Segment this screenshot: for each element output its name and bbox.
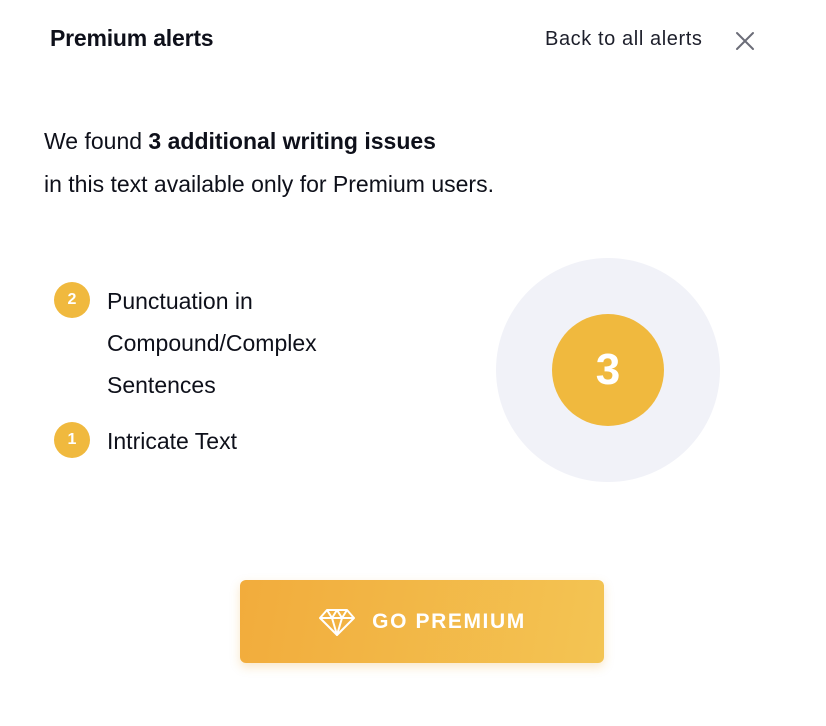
diamond-icon xyxy=(319,608,356,636)
go-premium-label: GO PREMIUM xyxy=(372,609,526,633)
summary-prefix: We found xyxy=(44,128,149,154)
go-premium-button[interactable]: GO PREMIUM xyxy=(240,580,604,663)
close-icon xyxy=(736,32,754,50)
issue-label: Intricate Text xyxy=(107,428,237,454)
issue-count-badge: 2 xyxy=(54,282,90,318)
summary-suffix: in this text available only for Premium … xyxy=(44,171,494,197)
close-button[interactable] xyxy=(733,29,757,53)
summary-highlight: 3 additional writing issues xyxy=(148,128,436,154)
panel-title: Premium alerts xyxy=(50,25,214,51)
total-issues-circle: 3 xyxy=(496,258,720,482)
back-to-alerts-link[interactable]: Back to all alerts xyxy=(545,28,703,51)
issue-count-badge: 1 xyxy=(54,422,90,458)
issue-label: Punctuation in Compound/Complex Sentence… xyxy=(107,288,317,398)
premium-alerts-panel: Premium alerts Back to all alerts We fou… xyxy=(0,0,826,726)
total-issues-count: 3 xyxy=(552,314,664,426)
premium-summary-text: We found 3 additional writing issues in … xyxy=(44,120,494,206)
